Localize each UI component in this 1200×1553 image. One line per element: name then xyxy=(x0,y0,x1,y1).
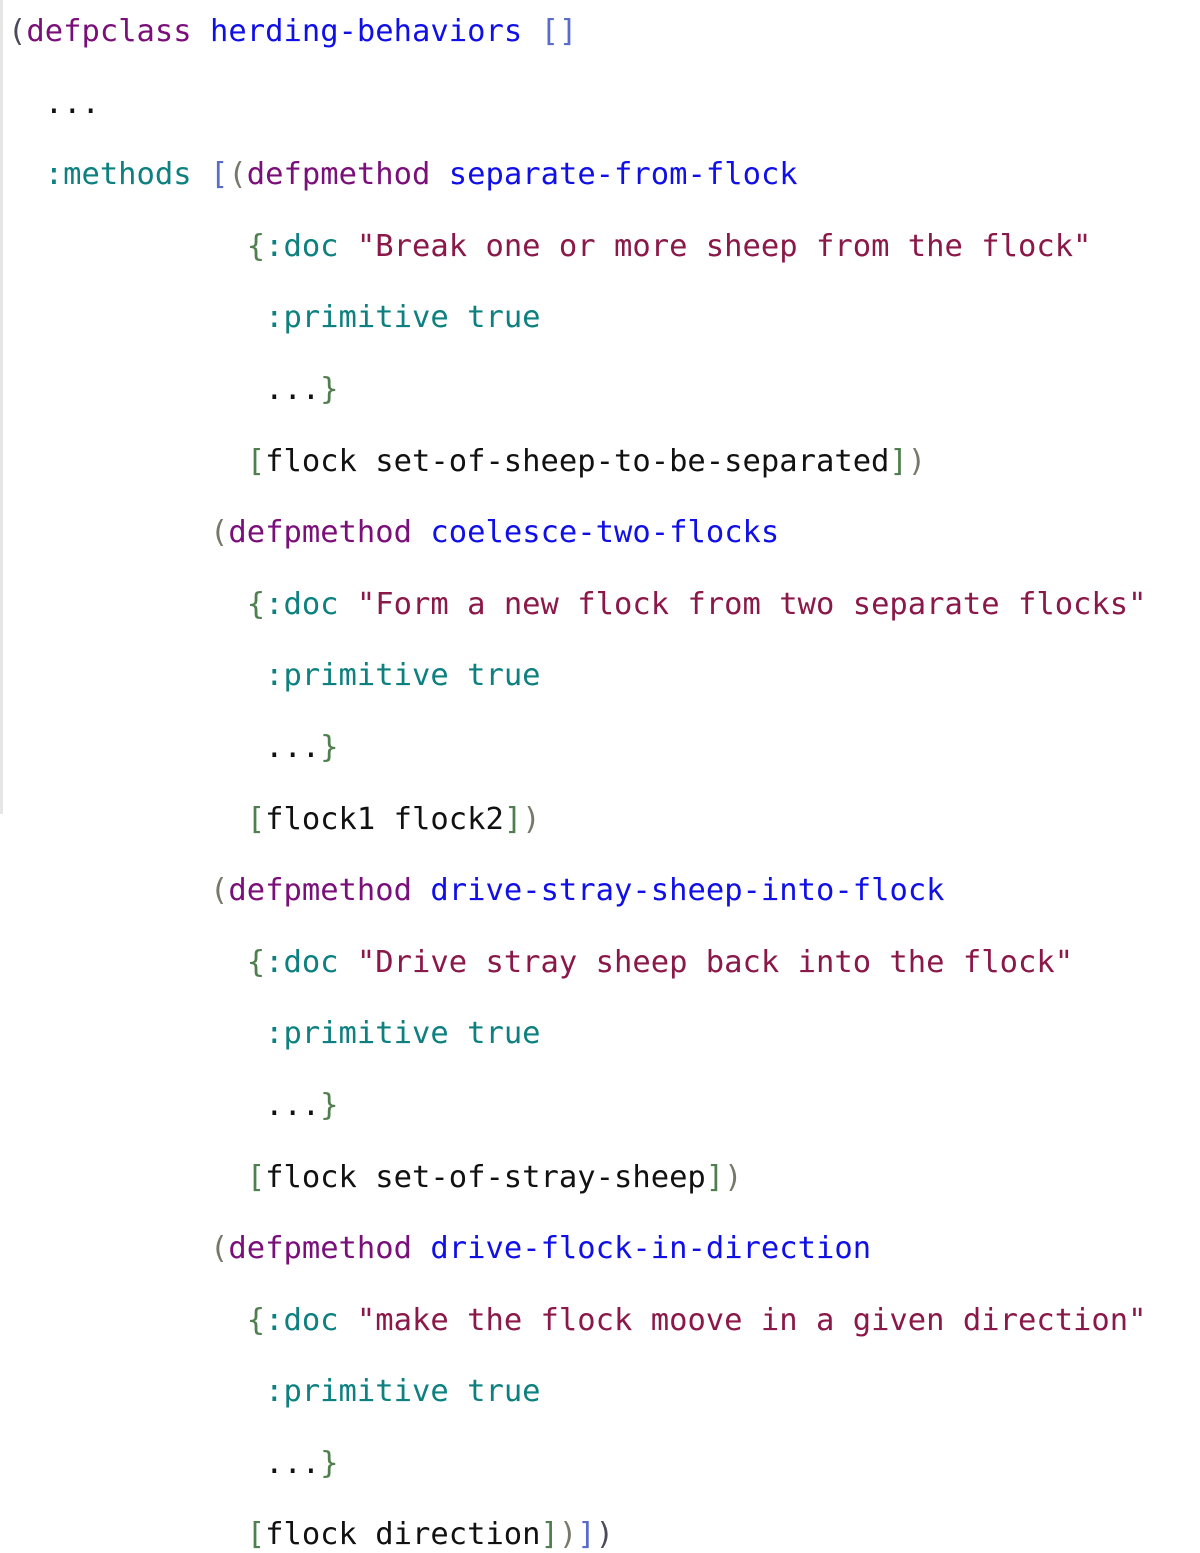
code-line: :primitive true xyxy=(8,300,1147,336)
ellipsis: ... xyxy=(265,371,321,407)
doc-string: "Break one or more sheep from the flock" xyxy=(356,228,1092,264)
method-name: separate-from-flock xyxy=(448,157,798,193)
doc-key: :doc xyxy=(265,586,339,622)
code-line: :methods [(defpmethod separate-from-floc… xyxy=(44,157,798,193)
defpmethod-keyword: defpmethod xyxy=(246,157,431,193)
ellipsis: ... xyxy=(44,85,100,121)
code-line: (defpmethod drive-stray-sheep-into-flock xyxy=(210,873,945,909)
code-line: (defpmethod coelesce-two-flocks xyxy=(210,515,780,551)
code-line: {:doc "make the flock moove in a given d… xyxy=(246,1302,1147,1338)
methods-key: :methods xyxy=(44,157,192,193)
doc-string: "make the flock moove in a given directi… xyxy=(356,1302,1147,1338)
code-line: [flock1 flock2]) xyxy=(246,801,541,837)
doc-key: :doc xyxy=(265,1302,339,1338)
primitive-value: true xyxy=(467,658,541,694)
code-line: [flock set-of-stray-sheep]) xyxy=(246,1159,743,1195)
primitive-value: true xyxy=(467,1374,541,1410)
primitive-key: :primitive xyxy=(265,300,449,336)
code-line: (defpclass herding-behaviors [] xyxy=(8,14,1147,50)
bracket: [ xyxy=(210,157,229,193)
defpmethod-keyword: defpmethod xyxy=(228,873,413,909)
code-editor[interactable]: (defpclass herding-behaviors [] ... :met… xyxy=(8,14,1147,1553)
doc-string: "Form a new flock from two separate floc… xyxy=(356,586,1147,622)
code-line: [flock direction])]) xyxy=(246,1517,615,1553)
code-line: (defpmethod drive-flock-in-direction xyxy=(210,1231,872,1267)
defpmethod-keyword: defpmethod xyxy=(228,1231,413,1267)
primitive-key: :primitive xyxy=(265,1374,449,1410)
code-line: ...} xyxy=(265,1087,339,1123)
ellipsis: ... xyxy=(265,1087,321,1123)
method-name: coelesce-two-flocks xyxy=(430,515,780,551)
editor-gutter xyxy=(0,0,3,814)
method-name: drive-flock-in-direction xyxy=(430,1231,872,1267)
code-line: {:doc "Drive stray sheep back into the f… xyxy=(246,944,1074,980)
code-line: ...} xyxy=(265,371,339,407)
code-line: ...} xyxy=(265,729,339,765)
code-line: :primitive true xyxy=(8,1374,1147,1410)
doc-string: "Drive stray sheep back into the flock" xyxy=(356,944,1074,980)
primitive-key: :primitive xyxy=(265,658,449,694)
doc-key: :doc xyxy=(265,944,339,980)
method-args: flock set-of-stray-sheep xyxy=(265,1159,706,1195)
code-line: {:doc "Form a new flock from two separat… xyxy=(246,586,1147,622)
code-line: ...} xyxy=(265,1445,339,1481)
method-args: flock set-of-sheep-to-be-separated xyxy=(265,443,890,479)
primitive-value: true xyxy=(467,1016,541,1052)
method-args: flock1 flock2 xyxy=(265,801,504,837)
class-name: herding-behaviors xyxy=(210,14,523,49)
defpclass-keyword: defpclass xyxy=(26,14,192,49)
method-args: flock direction xyxy=(265,1517,541,1553)
method-name: drive-stray-sheep-into-flock xyxy=(430,873,945,909)
code-line: ... xyxy=(8,86,1147,122)
paren: ( xyxy=(8,14,27,49)
defpmethod-keyword: defpmethod xyxy=(228,515,413,551)
code-line: :primitive true xyxy=(8,1016,1147,1052)
primitive-value: true xyxy=(467,300,541,336)
code-line: {:doc "Break one or more sheep from the … xyxy=(246,228,1092,264)
ellipsis: ... xyxy=(265,729,321,765)
code-line: :primitive true xyxy=(8,658,1147,694)
ellipsis: ... xyxy=(265,1445,321,1481)
superclass-vector: [] xyxy=(540,14,578,49)
primitive-key: :primitive xyxy=(265,1016,449,1052)
doc-key: :doc xyxy=(265,228,339,264)
code-line: [flock set-of-sheep-to-be-separated]) xyxy=(246,443,927,479)
